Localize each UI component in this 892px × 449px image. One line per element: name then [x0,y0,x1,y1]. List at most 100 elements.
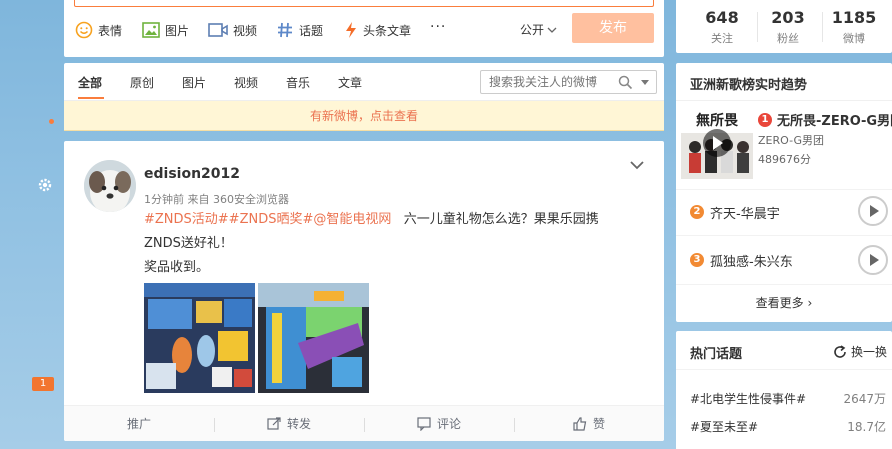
video-tool[interactable]: 视频 [208,20,257,40]
tab-original[interactable]: 原创 [130,74,154,91]
unread-dot [49,119,54,124]
rank-badge: 2 [690,205,704,219]
album-cover-text: 無所畏 [696,112,739,129]
stat-followers-label: 粉丝 [777,32,799,45]
stat-posts[interactable]: 1185 微博 [824,8,884,46]
topic-item[interactable]: #夏至未至# [690,418,758,435]
post-hashtags[interactable]: #ZNDS活动##ZNDS晒奖#@智能电视网 [144,212,391,227]
stat-posts-label: 微博 [843,32,865,45]
topic-count: 18.7亿 [847,420,886,434]
stat-divider [822,12,823,42]
topic-tool-label: 话题 [299,23,324,38]
tab-all[interactable]: 全部 [78,74,102,91]
repost-button[interactable]: 转发 [214,415,364,432]
top-song-artist: ZERO-G男团 [758,134,824,147]
song-title[interactable]: 孤独感-朱兴东 [710,251,793,270]
music-trend-title: 亚洲新歌榜实时趋势 [690,78,808,93]
emoji-tool[interactable]: 表情 [75,20,122,40]
top-song-score: 489676分 [758,153,811,166]
top-song-title[interactable]: 无所畏-ZERO-G男团 [777,110,892,129]
visibility-label: 公开 [520,23,545,37]
more-tools-button[interactable]: ··· [430,19,446,35]
play-button[interactable] [858,196,888,226]
promote-button[interactable]: 推广 [64,415,214,432]
divider [676,189,892,190]
stat-following-num: 648 [705,8,739,27]
see-more-link[interactable]: 查看更多 › [676,294,892,311]
search-icon[interactable] [618,75,633,90]
lightning-icon [346,22,356,38]
chevron-down-icon[interactable] [629,160,645,170]
post-meta: 1分钟前 来自 360安全浏览器 [144,193,289,206]
emoji-tool-label: 表情 [98,23,123,38]
tab-articles[interactable]: 文章 [338,74,362,91]
hot-topics-card: 热门话题 换一换 #北电学生性侵事件# 2647万 #夏至未至# 18.7亿 [676,331,892,449]
post-body: #ZNDS活动##ZNDS晒奖#@智能电视网 六一儿童礼物怎么选？果果乐园携 Z… [144,208,644,280]
music-trend-card: 亚洲新歌榜实时趋势 無所畏 1 无所畏-ZERO-G男团 ZERO-G男团 48… [676,63,892,322]
refresh-topics-button[interactable]: 换一换 [833,343,887,360]
caret-down-icon[interactable] [641,80,649,85]
repost-icon [267,416,281,430]
following-search-input[interactable] [489,71,619,93]
hashtag-icon [278,22,292,38]
message-count-badge[interactable]: 1 [32,377,54,391]
post-composer: 表情 图片 视频 话题 头条文章 ··· 公开 发布 [64,0,664,57]
tab-music[interactable]: 音乐 [286,74,310,91]
comment-button[interactable]: 评论 [364,415,514,432]
topic-item[interactable]: #北电学生性侵事件# [690,390,806,407]
song-title[interactable]: 齐天-华晨宇 [710,203,780,222]
refresh-icon [834,344,846,358]
post-action-bar: 推广 转发 评论 赞 [64,405,664,441]
post-image-2[interactable] [258,283,369,393]
rank-badge: 3 [690,253,704,267]
divider [676,369,892,370]
feed-filter-bar: 全部 原创 图片 视频 音乐 文章 [64,63,664,101]
stat-following[interactable]: 648 关注 [692,8,752,46]
post-line-2: ZNDS送好礼！ [144,236,233,251]
author-avatar[interactable] [84,160,136,212]
refresh-label: 换一换 [851,345,888,359]
divider [676,100,892,101]
play-overlay-icon[interactable] [703,129,731,157]
post-image-1[interactable] [144,283,255,393]
settings-gear-icon[interactable] [37,177,53,193]
divider [676,284,892,285]
author-name[interactable]: edision2012 [144,166,240,182]
stat-following-label: 关注 [711,32,733,45]
like-label: 赞 [592,417,605,431]
picture-tool-label: 图片 [165,23,190,38]
stat-followers[interactable]: 203 粉丝 [758,8,818,46]
tab-videos[interactable]: 视频 [234,74,258,91]
repost-label: 转发 [286,417,311,431]
rank-badge: 1 [758,113,772,127]
see-more-label: 查看更多 [755,296,804,310]
composer-textarea[interactable] [74,0,654,7]
publish-button[interactable]: 发布 [572,13,654,43]
picture-icon [142,22,160,38]
tab-pictures[interactable]: 图片 [182,74,206,91]
profile-stats: 648 关注 203 粉丝 1185 微博 [676,0,892,53]
promote-label: 推广 [126,417,151,431]
post-line-3: 奖品收到。 [144,260,210,275]
topic-count: 2647万 [843,392,886,406]
like-button[interactable]: 赞 [514,415,664,432]
article-tool-label: 头条文章 [363,23,412,38]
feed-post: edision2012 1分钟前 来自 360安全浏览器 #ZNDS活动##ZN… [64,141,664,441]
post-line-1: #ZNDS活动##ZNDS晒奖#@智能电视网 六一儿童礼物怎么选？果果乐园携 [144,208,644,232]
new-posts-notice[interactable]: 有新微博，点击查看 [64,101,664,131]
visibility-dropdown[interactable]: 公开 [520,21,557,38]
thumbs-up-icon [573,416,587,431]
picture-tool[interactable]: 图片 [142,20,189,40]
album-cover[interactable]: 無所畏 [681,107,753,179]
hot-topics-title: 热门话题 [690,347,743,362]
play-button[interactable] [858,245,888,275]
article-tool[interactable]: 头条文章 [344,20,411,40]
post-line-1-text: 六一儿童礼物怎么选？果果乐园携 [403,212,599,227]
stat-followers-num: 203 [771,8,805,27]
active-tab-underline [78,97,104,99]
topic-tool[interactable]: 话题 [276,20,323,40]
chevron-right-icon: › [807,296,813,310]
stat-posts-num: 1185 [831,8,877,27]
comment-label: 评论 [436,417,461,431]
following-search [480,70,657,94]
